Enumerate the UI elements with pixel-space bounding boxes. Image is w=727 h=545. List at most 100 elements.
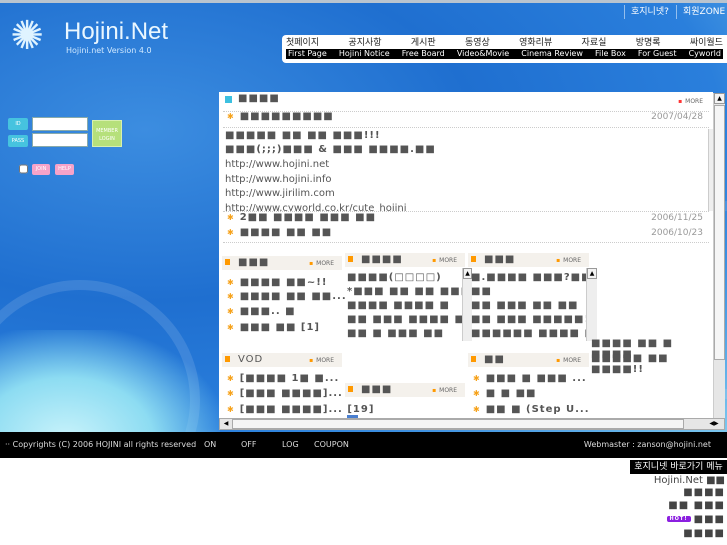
body-line: ■■■■■ ■■ ■■ ■■■!!! [225,130,381,141]
quick-menu-item[interactable]: HOT! ■■■ [666,514,726,525]
nav-item-en[interactable]: File Box [595,49,626,59]
logo-version: Hojini.net Version 4.0 [66,46,152,55]
nav-item-ko[interactable]: 동영상 [465,37,490,49]
box3-scrollbar[interactable]: ▲ [586,268,597,341]
scroll-right-icon[interactable]: ◀▶ [704,419,724,429]
body-link[interactable]: http://www.cyworld.co.kr/cute_hojini [225,203,407,211]
main-vertical-scrollbar[interactable]: ▲ [713,93,725,418]
body-link[interactable]: http://www.hojini.info [225,174,332,185]
vod-header: VOD ▪ MORE [222,353,342,367]
pass-label: PASS [8,135,28,147]
box6-more-link[interactable]: ▪ MORE [556,357,581,364]
body-line: ■.■■■■ ■■■?■■ [471,272,592,283]
list-item[interactable]: ✱ [■■■ ■■■■]... [19] [227,404,374,415]
notice-item-date: 2006/11/25 [651,213,703,223]
top-border [0,0,727,3]
notice-item[interactable]: ✱ ■■■■ ■■ ■■ [227,227,332,238]
list-item[interactable]: ✱ ■■■ ■■ [1] [227,322,320,333]
quick-menu-item[interactable]: ■■ ■■■ [668,500,725,511]
notice-top-date: 2007/04/28 [651,112,703,122]
body-line: *■■■ ■■ ■■ ■■■ [347,286,472,297]
overflow-line: ■■■■■ ■■ ■■■■!! [591,353,669,375]
scroll-thumb[interactable] [714,105,725,360]
box2-header: ■■■■ ▪ MORE [345,253,465,267]
id-label: ID [8,118,28,130]
about-link[interactable]: 호지니넷? [624,5,669,19]
box5-header: ■■■ ▪ MORE [345,383,465,397]
content-panel: ■■■■ ▪ MORE ✱ ■■■■■■■■■ 2007/04/28 ■■■■■ ■… [219,92,713,418]
logo-title[interactable]: Hojini.Net [64,18,168,46]
notice-more-link[interactable]: ▪ MORE [678,98,703,105]
nav-item-ko[interactable]: 싸이월드 [690,37,723,49]
box2-more-link[interactable]: ▪ MORE [432,257,457,264]
box3-body: ■.■■■■ ■■■?■■ ■■ ■■ ■■■ ■■ ■■ ■■ ■■■ ■■■… [471,272,594,344]
box5-more-link[interactable]: ▪ MORE [432,387,457,394]
join-button[interactable]: JOIN [32,164,50,175]
quick-menu-item[interactable]: ■■■■ [683,528,725,539]
nav-item-ko[interactable]: 자료실 [582,37,607,49]
nav-item-en[interactable]: Cyworld [689,49,721,59]
body-link[interactable]: http://www.jirilim.com [225,188,335,199]
nav-item-en[interactable]: Free Board [402,49,445,59]
body-line: ■■■■■■ ■■■■ ■ [471,328,595,339]
list-item[interactable]: ✱ ■■ ■ (Step U... [473,404,590,415]
body-line: ■■■(;;;)■■■ & ■■■ ■■■■.■■ [225,144,436,155]
list-item[interactable]: ✱ ■■■■ ■■~!! [227,277,327,288]
quick-menu-item[interactable]: ■■■■ [683,487,725,498]
box1-header: ■■■ ▪ MORE [222,256,342,270]
nav-item-en[interactable]: Hojini Notice [339,49,390,59]
nav-item-ko[interactable]: 영화리뷰 [519,37,552,49]
footer-log-link[interactable]: LOG [282,432,299,458]
scroll-up-icon[interactable]: ▲ [714,93,725,104]
nav-item-en[interactable]: Cinema Review [521,49,583,59]
main-horizontal-scrollbar[interactable]: ◀ ◀▶ [219,418,725,430]
nav-item-en[interactable]: First Page [288,49,327,59]
footer-coupon-link[interactable]: COUPON [314,432,349,458]
nav-item-ko[interactable]: 첫페이지 [286,37,319,49]
notice-item-date: 2006/10/23 [651,228,703,238]
box3-more-link[interactable]: ▪ MORE [556,257,581,264]
notice-top-item[interactable]: ✱ ■■■■■■■■■ [227,111,334,122]
section-icon [225,96,232,103]
body-line: ■■ ■■■ ■■■■■! [471,314,591,325]
footer-on-link[interactable]: ON [204,432,216,458]
webmaster-email[interactable]: Webmaster : zanson@hojini.net [584,432,711,458]
box6-header: ■■ ▪ MORE [468,353,589,367]
box3-header: ■■■ ▪ MORE [468,253,589,267]
scroll-thumb[interactable] [232,419,684,429]
password-input[interactable] [32,133,88,147]
footer: ·· Copyrights (C) 2006 HOJINI all rights… [0,432,727,458]
member-login-button[interactable]: MEMBER LOGIN [92,120,122,147]
bullet-icon: ✱ [227,112,234,121]
list-item[interactable]: ✱ ■ ■ ■■ [473,388,536,399]
id-input[interactable] [32,117,88,131]
body-line: ■■ ■ ■■■ ■■ [347,328,445,339]
notice-body: ■■■■■ ■■ ■■ ■■■!!! ■■■(;;;)■■■ & ■■■ ■■■… [219,129,713,211]
member-zone-link[interactable]: 회원ZONE [676,5,725,19]
list-item[interactable]: ✱ ■■■ ■ ■■■ ... [473,373,587,384]
body-line: ■■ ■■■ ■■ ■■ [471,300,579,311]
body-line: ■■ [471,286,492,297]
list-item[interactable]: ✱ ■■■■ ■■ ■■... [227,291,347,302]
footer-off-link[interactable]: OFF [241,432,257,458]
scroll-left-icon[interactable]: ◀ [220,419,232,429]
body-line: ■■■■(□□□□) [347,272,442,283]
list-item[interactable]: ✱ [■■■■ 1■ ■... [227,373,339,384]
help-button[interactable]: HELP [55,164,74,175]
remember-checkbox[interactable] [19,164,28,174]
nav-item-en[interactable]: Video&Movie [457,49,509,59]
notice-item[interactable]: ✱ 2■■ ■■■■ ■■■ ■■ [227,212,376,223]
box1-more-link[interactable]: ▪ MORE [309,260,334,267]
quick-menu-title: 호지니넷 바로가기 메뉴 [630,460,727,474]
body-link[interactable]: http://www.hojini.net [225,159,329,170]
main-nav: 첫페이지 공지사항 게시판 동영상 영화리뷰 자료실 방명록 싸이월드 First Page H… [282,35,727,63]
nav-item-ko[interactable]: 방명록 [636,37,661,49]
nav-item-ko[interactable]: 게시판 [411,37,436,49]
notice-title: ■■■■ [238,93,280,104]
list-item[interactable]: ✱ ■■■.. ■ [227,306,296,317]
nav-item-en[interactable]: For Guest [638,49,677,59]
quick-menu-item[interactable]: Hojini.Net ■■ [654,475,725,486]
vod-more-link[interactable]: ▪ MORE [309,357,334,364]
list-item[interactable]: ✱ [■■■ ■■■■]... [227,388,343,399]
nav-item-ko[interactable]: 공지사항 [348,37,381,49]
